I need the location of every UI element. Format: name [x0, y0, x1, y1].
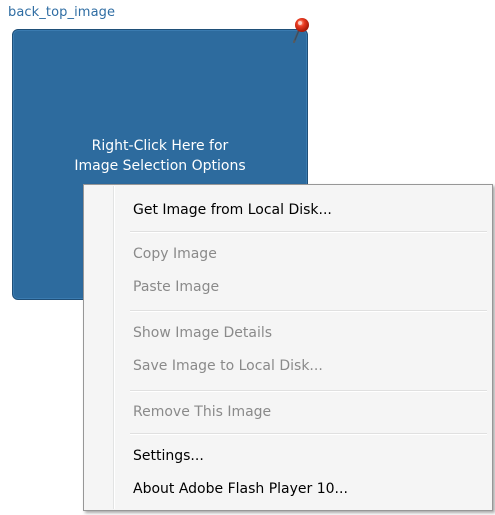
hint-line-1: Right-Click Here for: [91, 138, 229, 154]
menu-item-settings[interactable]: Settings...: [133, 444, 204, 468]
context-menu: Get Image from Local Disk... Copy Image …: [83, 184, 493, 511]
menu-gutter: [113, 186, 115, 509]
menu-item-show-image-details[interactable]: Show Image Details: [133, 321, 272, 345]
menu-separator: [130, 433, 487, 435]
menu-item-get-image[interactable]: Get Image from Local Disk...: [133, 198, 332, 222]
hint-line-2: Image Selection Options: [74, 158, 246, 174]
menu-separator: [130, 231, 487, 233]
push-pin-icon: [290, 16, 314, 48]
menu-separator: [130, 310, 487, 312]
menu-item-copy-image[interactable]: Copy Image: [133, 242, 217, 266]
menu-item-paste-image[interactable]: Paste Image: [133, 275, 219, 299]
image-selection-hint: Right-Click Here for Image Selection Opt…: [13, 136, 307, 176]
menu-item-about-flash-player[interactable]: About Adobe Flash Player 10...: [133, 477, 348, 501]
menu-item-save-image[interactable]: Save Image to Local Disk...: [133, 354, 323, 378]
menu-separator: [130, 390, 487, 392]
field-label: back_top_image: [8, 5, 116, 20]
menu-item-remove-image[interactable]: Remove This Image: [133, 400, 271, 424]
